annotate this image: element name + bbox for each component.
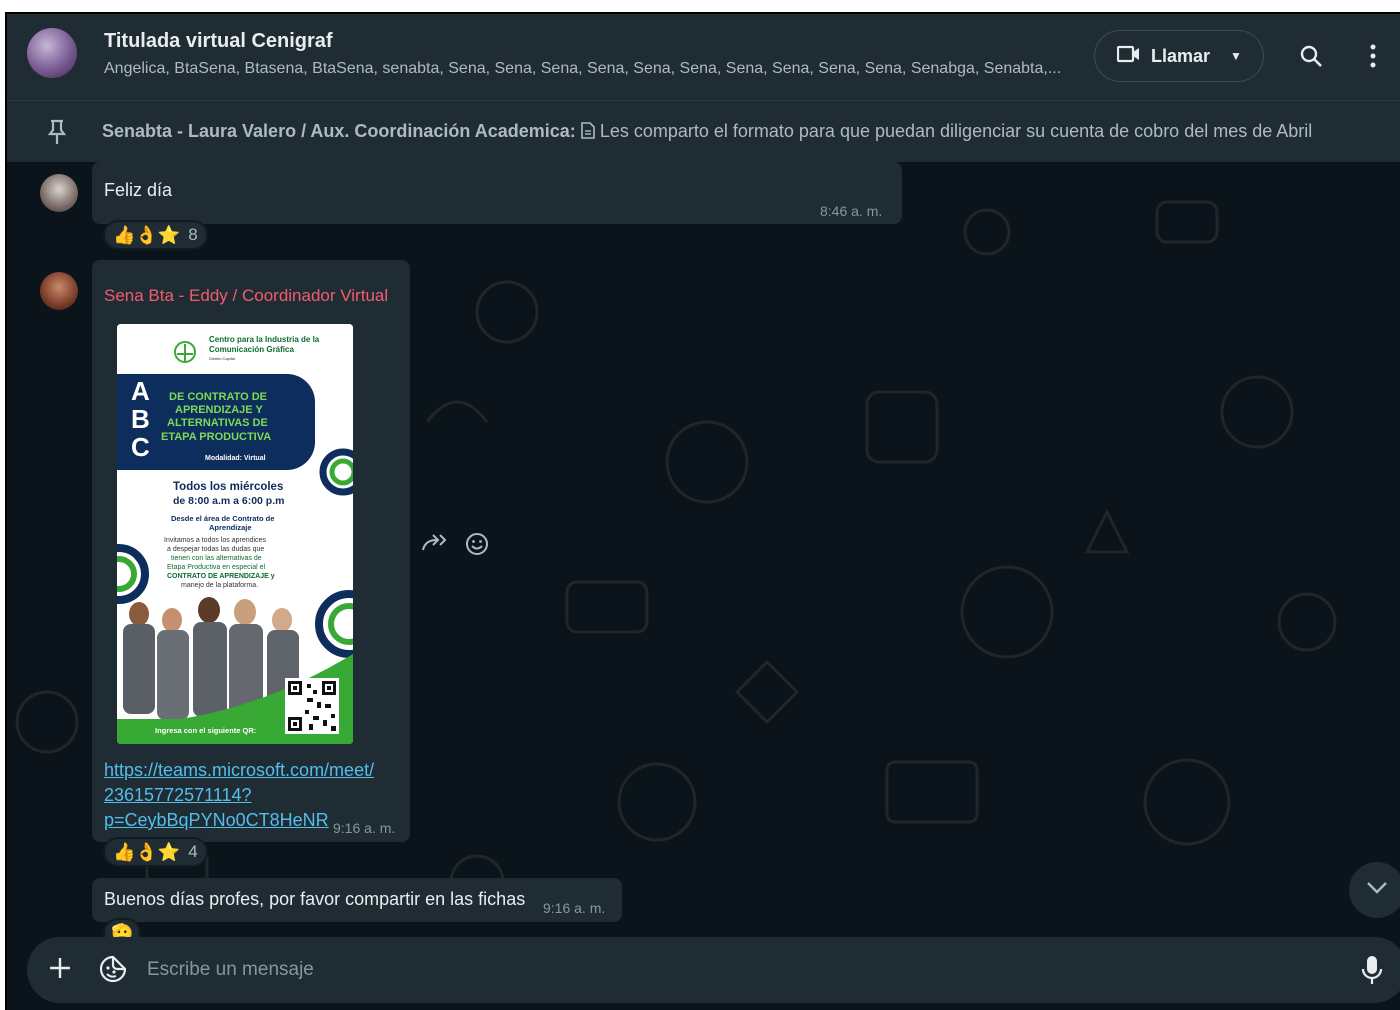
poster-body-6: manejo de la plataforma. — [181, 582, 258, 589]
message-hover-actions — [421, 532, 489, 561]
message-time: 8:46 a. m. — [820, 203, 883, 219]
plus-icon[interactable] — [49, 957, 71, 984]
poster-graphic: Centro para la Industria de la Comunicac… — [117, 324, 353, 744]
message-bubble[interactable] — [92, 162, 902, 224]
pinned-message-bar[interactable]: Senabta - Laura Valero / Aux. Coordinaci… — [7, 100, 1400, 162]
poster-org-2: Comunicación Gráfica — [209, 345, 294, 354]
emoji-icon[interactable] — [465, 532, 489, 561]
caret-down-icon[interactable]: ▼ — [1230, 49, 1242, 63]
qr-code — [285, 678, 339, 734]
link-line-3: p=CeybBqPYNo0CT8HeNR — [104, 810, 329, 830]
message-input[interactable]: Escribe un mensaje — [147, 959, 314, 981]
menu-icon[interactable] — [1359, 42, 1387, 70]
poster-area-2: Aprendizaje — [209, 523, 252, 532]
link-line-1: https://teams.microsoft.com/meet/ — [104, 760, 375, 780]
pinned-author: Senabta - Laura Valero / Aux. Coordinaci… — [102, 121, 576, 141]
poster-body-4: Etapa Productiva en especial el — [167, 564, 266, 571]
poster-schedule-2: de 8:00 a.m a 6:00 p.m — [173, 495, 284, 507]
poster-abc-b: B — [131, 404, 150, 434]
pinned-text: Senabta - Laura Valero / Aux. Coordinaci… — [102, 121, 1312, 142]
sticker-icon[interactable] — [99, 955, 127, 988]
search-icon[interactable] — [1297, 42, 1325, 70]
poster-org-1: Centro para la Industria de la — [209, 335, 320, 344]
sender-avatar[interactable] — [40, 174, 78, 212]
message-composer[interactable]: Escribe un mensaje — [27, 937, 1400, 1003]
poster-modalidad: Modalidad: Virtual — [205, 455, 266, 462]
chat-window: Titulada virtual Cenigraf Angelica, BtaS… — [5, 12, 1400, 1010]
document-icon — [581, 121, 600, 141]
pinned-body: Les comparto el formato para que puedan … — [599, 121, 1313, 141]
poster-body-3: tienen con las alternativas de — [171, 555, 262, 562]
message-list[interactable]: Feliz día 8:46 a. m. 👍👌⭐ 8 Sena Bta - Ed… — [7, 162, 1400, 937]
video-icon — [1116, 45, 1141, 68]
scroll-down-button[interactable] — [1349, 862, 1400, 918]
poster-headline-4: ETAPA PRODUCTIVA — [161, 431, 271, 443]
link-line-2: 23615772571114? — [104, 785, 252, 805]
message-reactions[interactable]: 👍👌⭐ 8 — [103, 220, 208, 250]
call-label: Llamar — [1151, 45, 1211, 66]
message-text: Buenos días profes, por favor compartir … — [104, 889, 526, 909]
message-time: 9:16 a. m. — [333, 820, 396, 836]
poster-org-3: Distrito Capital — [209, 356, 235, 361]
sender-avatar[interactable] — [40, 272, 78, 310]
composer-area: Escribe un mensaje — [7, 937, 1400, 1010]
poster-abc-a: A — [131, 376, 150, 406]
group-members[interactable]: Angelica, BtaSena, Btasena, BtaSena, sen… — [104, 60, 1064, 78]
poster-headline-3: ALTERNATIVAS DE — [167, 417, 268, 429]
forward-icon[interactable] — [421, 532, 447, 561]
poster-headline-1: DE CONTRATO DE — [169, 391, 267, 403]
message-sender[interactable]: Sena Bta - Eddy / Coordinador Virtual — [104, 286, 388, 306]
attached-image[interactable]: Centro para la Industria de la Comunicac… — [117, 324, 353, 744]
reaction-count: 8 — [188, 225, 198, 244]
group-avatar[interactable] — [27, 28, 77, 78]
mic-icon[interactable] — [1361, 955, 1383, 990]
reaction-emojis: 👍👌⭐ — [113, 224, 181, 245]
reaction-emojis: 🫡 — [111, 922, 134, 938]
poster-schedule-1: Todos los miércoles — [173, 481, 283, 493]
reaction-count: 4 — [188, 842, 198, 861]
poster-qr-label: Ingresa con el siguiente QR: — [155, 726, 256, 735]
reaction-emojis: 👍👌⭐ — [113, 841, 181, 862]
message-text: Feliz día — [104, 180, 173, 200]
poster-abc-c: C — [131, 432, 150, 462]
message-reactions[interactable]: 🫡 — [103, 918, 142, 938]
chat-header[interactable]: Titulada virtual Cenigraf Angelica, BtaS… — [7, 14, 1400, 100]
call-button[interactable]: Llamar ▼ — [1094, 30, 1264, 82]
group-title[interactable]: Titulada virtual Cenigraf — [104, 30, 333, 53]
poster-body-1: Invitamos a todos los aprendices — [164, 537, 266, 544]
pin-icon — [47, 119, 67, 150]
poster-area-1: Desde el área de Contrato de — [171, 514, 274, 523]
poster-headline-2: APRENDIZAJE Y — [175, 404, 263, 416]
chevron-down-icon — [1366, 881, 1388, 900]
poster-body-2: a despejar todas las dudas que — [167, 546, 264, 553]
message-reactions[interactable]: 👍👌⭐ 4 — [103, 837, 208, 867]
poster-body-5: CONTRATO DE APRENDIZAJE y — [167, 573, 275, 580]
message-time: 9:16 a. m. — [543, 900, 606, 916]
